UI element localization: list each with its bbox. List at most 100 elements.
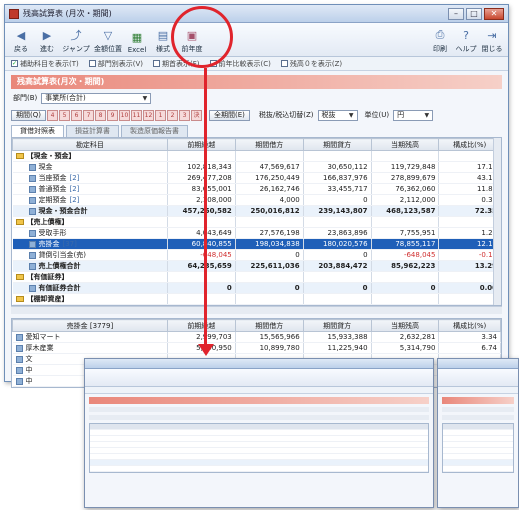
vertical-scrollbar[interactable] <box>493 138 501 305</box>
col-carryover[interactable]: 前期繰越 <box>166 138 236 151</box>
horizontal-scrollbar[interactable] <box>11 306 502 314</box>
print-button[interactable]: ⎙ 印刷 <box>428 28 452 54</box>
month-11[interactable]: 11 <box>130 109 142 121</box>
month-6[interactable]: 6 <box>70 109 82 121</box>
sub-count-badge[interactable]: [2] <box>70 196 80 204</box>
option-department[interactable]: 部門別表示(V) <box>88 59 143 69</box>
account-cell[interactable]: 貸倒引当金(売) <box>12 249 168 261</box>
account-cell[interactable]: 【有価証券】 <box>12 271 168 283</box>
account-cell[interactable]: 現金 <box>12 161 168 173</box>
table-row[interactable]: 受取手形 4,043,649 27,576,198 23,863,896 7,755,9… <box>12 227 501 239</box>
tab-manufacturing-cost[interactable]: 製造原価報告書 <box>121 125 188 137</box>
table-row[interactable]: 【売上債権】 <box>12 216 501 228</box>
col-account[interactable]: 勘定科目 <box>12 138 168 151</box>
customer-cell[interactable]: 厚木産業 <box>12 342 168 354</box>
sub-count-badge[interactable]: [2] <box>70 174 80 182</box>
value-cell: 23,863,896 <box>303 227 372 239</box>
report-tabs: 貸借対照表 損益計算書 製造原価報告書 <box>11 125 502 137</box>
unit-label: 単位(U) <box>364 111 390 119</box>
minimize-button[interactable]: – <box>448 7 464 20</box>
tab-balance-sheet[interactable]: 貸借対照表 <box>11 125 64 137</box>
value-cell: 78,855,117 <box>371 238 440 250</box>
table-row[interactable]: 【棚卸資産】 <box>12 293 501 305</box>
account-cell[interactable]: 定期預金 [2] <box>12 194 168 206</box>
table-row[interactable]: 当座預金 [2] 269,477,208 176,250,449 166,837,976… <box>12 172 501 184</box>
tab-income-statement[interactable]: 損益計算書 <box>66 125 119 137</box>
sub-count-badge[interactable]: [2] <box>70 185 80 193</box>
account-cell[interactable]: 【売上債権】 <box>12 216 168 228</box>
jump-button[interactable]: ⤴ ジャンプ <box>61 28 91 54</box>
col-debit[interactable]: 期間借方 <box>234 138 304 151</box>
option-zero-balance[interactable]: 残高０を表示(Z) <box>280 59 342 69</box>
maximize-button[interactable]: □ <box>466 7 482 20</box>
table-row[interactable]: 定期預金 [2] 2,108,000 4,000 0 2,112,000 0.33 <box>12 194 501 206</box>
col-sub-ratio[interactable]: 構成比(%) <box>438 319 501 332</box>
col-sub-balance[interactable]: 当期残高 <box>370 319 440 332</box>
table-row[interactable]: 【有価証券】 <box>12 271 501 283</box>
table-row[interactable]: 普通預金 [2] 83,655,001 26,162,746 33,455,717 76,… <box>12 183 501 195</box>
help-button[interactable]: ? ヘルプ <box>454 28 478 54</box>
month-5[interactable]: 5 <box>58 109 70 121</box>
value-cell: 43.11 <box>438 172 501 184</box>
col-credit[interactable]: 期間貸方 <box>302 138 372 151</box>
account-cell[interactable]: 【現金・預金】 <box>12 150 168 162</box>
account-cell[interactable]: 売上債権合計 <box>12 260 168 272</box>
col-sub-debit[interactable]: 期間借方 <box>234 319 304 332</box>
account-cell[interactable]: 売掛金 [37] <box>12 238 168 250</box>
option-sub-accounts[interactable]: ✓ 補助科目を表示(T) <box>11 59 79 69</box>
account-cell[interactable]: 当座預金 [2] <box>12 172 168 184</box>
month-3[interactable]: 3 <box>178 109 190 121</box>
col-sub-account[interactable]: 売掛金 [3779] <box>12 319 168 332</box>
value-cell: 119,729,848 <box>371 161 440 173</box>
account-cell[interactable]: 有価証券合計 <box>12 282 168 294</box>
checkbox-icon <box>280 60 288 67</box>
table-row[interactable]: 【現金・預金】 <box>12 150 501 162</box>
all-period-button[interactable]: 全期間(E) <box>208 109 250 121</box>
filter-button[interactable]: ▽ 金額位置 <box>93 28 123 54</box>
sub-count-badge[interactable]: [37] <box>63 240 77 248</box>
sub-table-row[interactable]: 愛知マート 2,999,703 15,565,966 15,933,388 2,632,… <box>12 331 501 343</box>
value-cell: 2,108,000 <box>167 194 236 206</box>
table-row[interactable]: 現金・預金合計 457,250,582 250,016,812 239,143,807… <box>12 205 501 217</box>
month-1[interactable]: 1 <box>154 109 166 121</box>
col-sub-credit[interactable]: 期間貸方 <box>302 319 372 332</box>
table-row[interactable]: 貸倒引当金(売) -648,045 0 0 -648,045 -0.10 <box>12 249 501 261</box>
callout-line <box>204 68 207 346</box>
table-row[interactable]: 現金 102,818,343 47,569,617 30,650,112 119,729… <box>12 161 501 173</box>
month-4[interactable]: 4 <box>46 109 58 121</box>
value-cell: 2,999,703 <box>167 331 236 343</box>
dept-select[interactable]: 事業所(合計) ▼ <box>41 92 152 104</box>
value-cell: 2,632,281 <box>371 331 440 343</box>
value-cell: 250,016,812 <box>235 205 304 217</box>
col-sub-carryover[interactable]: 前期繰越 <box>166 319 236 332</box>
table-row[interactable]: 売上債権合計 64,235,659 225,611,036 203,884,472 85… <box>12 260 501 272</box>
table-row[interactable]: 有価証券合計 0 0 0 0 0.00 <box>12 282 501 294</box>
close-window-button[interactable]: ✕ <box>484 7 504 20</box>
month-8[interactable]: 8 <box>94 109 106 121</box>
forward-button[interactable]: ▶ 進む <box>35 28 59 54</box>
month-settlement[interactable]: 決 <box>190 109 202 121</box>
col-balance[interactable]: 当期残高 <box>370 138 440 151</box>
account-cell[interactable]: 【棚卸資産】 <box>12 293 168 305</box>
excel-button[interactable]: ▦ Excel <box>125 30 149 55</box>
month-9[interactable]: 9 <box>106 109 118 121</box>
folder-icon <box>15 274 24 280</box>
sub-table-row[interactable]: 厚木産業 5,650,950 10,899,780 11,225,940 5,314,7… <box>12 342 501 354</box>
account-icon <box>28 196 36 204</box>
customer-cell[interactable]: 愛知マート <box>12 331 168 343</box>
month-2[interactable]: 2 <box>166 109 178 121</box>
account-cell[interactable]: 受取手形 <box>12 227 168 239</box>
month-12[interactable]: 12 <box>142 109 154 121</box>
unit-select[interactable]: 円 ▼ <box>393 109 434 121</box>
account-cell[interactable]: 普通預金 [2] <box>12 183 168 195</box>
month-10[interactable]: 10 <box>118 109 130 121</box>
back-button[interactable]: ◀ 戻る <box>9 28 33 54</box>
account-cell[interactable]: 現金・預金合計 <box>12 205 168 217</box>
period-button[interactable]: 期間(Q) <box>11 109 46 121</box>
close-button[interactable]: ⇥ 閉じる <box>480 28 504 54</box>
month-7[interactable]: 7 <box>82 109 94 121</box>
tax-select[interactable]: 税抜 ▼ <box>317 109 358 121</box>
col-ratio[interactable]: 構成比(%) <box>438 138 501 151</box>
value-cell <box>167 216 236 228</box>
table-row[interactable]: 売掛金 [37] 60,840,855 198,034,838 180,020,576 7… <box>12 238 501 250</box>
